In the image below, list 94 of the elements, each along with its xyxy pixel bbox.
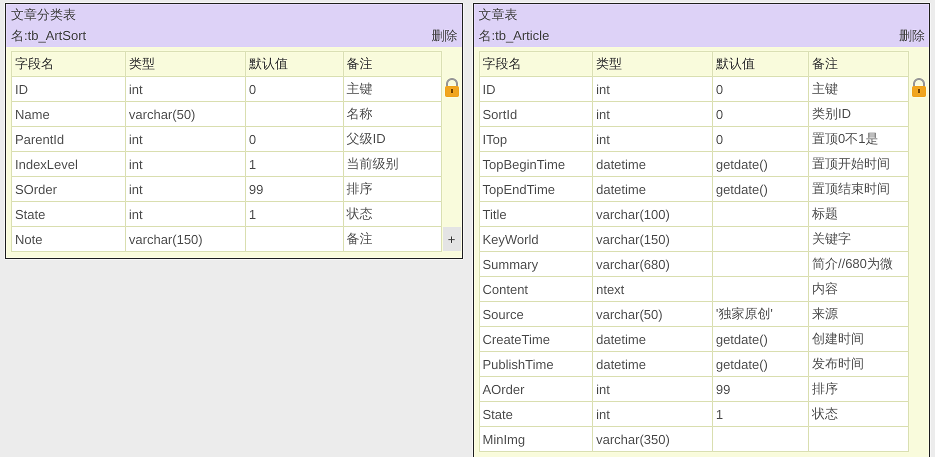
table-cell: 置顶0不1是 bbox=[808, 126, 909, 152]
table-cell: 0 bbox=[245, 76, 344, 102]
table-cell: int bbox=[592, 102, 712, 126]
table-cell: TopEndTime bbox=[479, 176, 593, 202]
table-cell: 1 bbox=[245, 152, 344, 176]
table-cell: 内容 bbox=[808, 276, 909, 302]
table-name: 名:tb_ArtSort bbox=[11, 27, 86, 45]
table-cell: 创建时间 bbox=[808, 326, 909, 352]
table-cell: int bbox=[125, 202, 246, 226]
table-cell: getdate() bbox=[712, 352, 808, 376]
table-cell: 排序 bbox=[343, 176, 442, 202]
table-cell: datetime bbox=[592, 326, 712, 352]
lock-icon bbox=[911, 78, 928, 97]
table-cell: 1 bbox=[245, 202, 344, 226]
table-cell: 父级ID bbox=[343, 126, 442, 152]
table-cell: 发布时间 bbox=[808, 352, 909, 376]
table-cell: getdate() bbox=[712, 176, 808, 202]
table-cell: State bbox=[12, 202, 126, 226]
table-cell: SortId bbox=[479, 102, 593, 126]
table-cell: varchar(50) bbox=[592, 302, 712, 326]
table-cell: 标题 bbox=[808, 202, 909, 226]
column-header: 字段名 bbox=[479, 52, 593, 76]
table-cell: 置顶开始时间 bbox=[808, 152, 909, 176]
table-cell: Summary bbox=[479, 252, 593, 276]
table-cell: TopBeginTime bbox=[479, 152, 593, 176]
table-cell: 0 bbox=[245, 126, 344, 152]
table-cell: ID bbox=[12, 76, 126, 102]
table-title: 文章表 bbox=[478, 6, 518, 24]
table-cell: Name bbox=[12, 102, 126, 126]
table-cell: 状态 bbox=[343, 202, 442, 226]
table-cell: ID bbox=[479, 76, 593, 102]
table-cell: 99 bbox=[245, 176, 344, 202]
table-cell: varchar(50) bbox=[125, 102, 246, 126]
table-cell: 99 bbox=[712, 376, 808, 402]
add-row-button[interactable]: + bbox=[442, 227, 461, 251]
table-cell: 主键 bbox=[808, 76, 909, 102]
column-header: 字段名 bbox=[12, 52, 126, 76]
lock-icon bbox=[444, 78, 460, 97]
table-cell: 主键 bbox=[343, 76, 442, 102]
table-cell: varchar(680) bbox=[592, 252, 712, 276]
table-cell: 0 bbox=[712, 102, 808, 126]
table-cell: datetime bbox=[592, 176, 712, 202]
table-title: 文章分类表 bbox=[11, 6, 77, 24]
table-cell: 0 bbox=[712, 126, 808, 152]
table-cell: varchar(150) bbox=[125, 226, 246, 252]
table-cell: IndexLevel bbox=[12, 152, 126, 176]
table-cell: int bbox=[125, 176, 246, 202]
table-cell: ParentId bbox=[12, 126, 126, 152]
table-cell: 状态 bbox=[808, 402, 909, 426]
table-cell: int bbox=[592, 376, 712, 402]
table-cell: datetime bbox=[592, 152, 712, 176]
table-cell: Source bbox=[479, 302, 593, 326]
delete-link[interactable]: 删除 bbox=[899, 27, 925, 45]
table-cell: 简介//680为微 bbox=[808, 252, 909, 276]
table-cell: int bbox=[592, 76, 712, 102]
table-cell: getdate() bbox=[712, 326, 808, 352]
table-cell: KeyWorld bbox=[479, 226, 593, 252]
table-cell: int bbox=[592, 126, 712, 152]
table-cell: varchar(350) bbox=[592, 426, 712, 452]
table-cell: 关键字 bbox=[808, 226, 909, 252]
column-header: 类型 bbox=[592, 52, 712, 76]
table-cell: State bbox=[479, 402, 593, 426]
table-cell: 置顶结束时间 bbox=[808, 176, 909, 202]
table-cell: 1 bbox=[712, 402, 808, 426]
table-cell: 类别ID bbox=[808, 102, 909, 126]
table-cell: PublishTime bbox=[479, 352, 593, 376]
table-cell: 当前级别 bbox=[343, 152, 442, 176]
table-cell: '独家原创' bbox=[712, 302, 808, 326]
table-cell: Title bbox=[479, 202, 593, 226]
column-header: 类型 bbox=[125, 52, 246, 76]
table-cell: int bbox=[592, 402, 712, 426]
table-cell: varchar(100) bbox=[592, 202, 712, 226]
table-cell: int bbox=[125, 126, 246, 152]
table-cell: 排序 bbox=[808, 376, 909, 402]
table-cell: getdate() bbox=[712, 152, 808, 176]
table-cell: AOrder bbox=[479, 376, 593, 402]
table-cell: datetime bbox=[592, 352, 712, 376]
table-cell: Content bbox=[479, 276, 593, 302]
table-cell: int bbox=[125, 76, 246, 102]
table-cell: ntext bbox=[592, 276, 712, 302]
table-cell: SOrder bbox=[12, 176, 126, 202]
column-header: 默认值 bbox=[245, 52, 344, 76]
table-name: 名:tb_Article bbox=[478, 27, 550, 45]
table-cell: ITop bbox=[479, 126, 593, 152]
table-cell: varchar(150) bbox=[592, 226, 712, 252]
table-cell: int bbox=[125, 152, 246, 176]
table-cell: 0 bbox=[712, 76, 808, 102]
table-cell: 名称 bbox=[343, 102, 442, 126]
table-cell: 来源 bbox=[808, 302, 909, 326]
table-cell: Note bbox=[12, 226, 126, 252]
table-cell: MinImg bbox=[479, 426, 593, 452]
table-cell: 备注 bbox=[343, 226, 442, 252]
table-cell: CreateTime bbox=[479, 326, 593, 352]
delete-link[interactable]: 删除 bbox=[432, 27, 458, 45]
